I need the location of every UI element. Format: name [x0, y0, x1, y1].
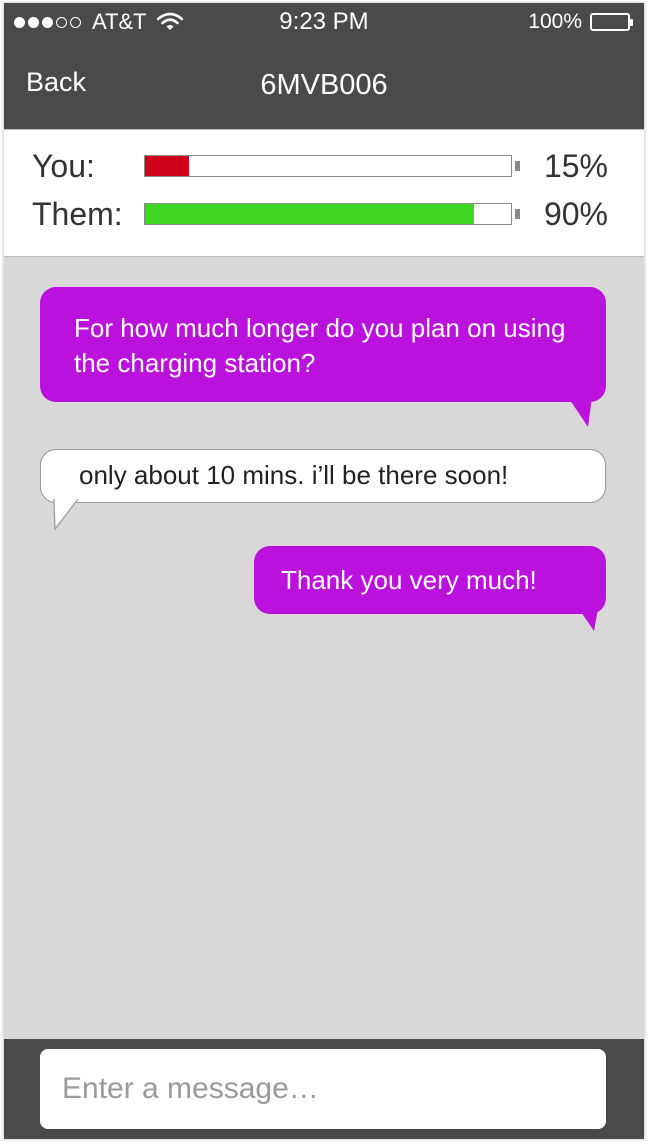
battery-nub-icon — [515, 209, 520, 219]
message-text: Thank you very much! — [281, 565, 537, 595]
charge-bar-you — [144, 155, 512, 177]
charge-bar-fill-you — [145, 156, 189, 176]
charge-panel: You: 15% Them: 90% — [4, 129, 644, 257]
message-input[interactable] — [40, 1049, 606, 1129]
message-bubble-outgoing: Thank you very much! — [254, 546, 606, 614]
charge-percent-them: 90% — [543, 196, 608, 232]
charge-bar-fill-them — [145, 204, 475, 224]
battery-percent: 100% — [528, 10, 582, 33]
composer-bar — [4, 1039, 644, 1139]
charge-label-you: You: — [32, 148, 95, 184]
phone-screen: AT&T 9:23 PM 100% Back 6MVB006 You: 15% … — [4, 3, 644, 1139]
page-title: 6MVB006 — [260, 69, 388, 101]
battery-icon — [590, 13, 633, 31]
bubble-tail-incoming — [53, 498, 79, 531]
status-right: 100% — [528, 9, 633, 35]
battery-nub-icon — [515, 161, 520, 171]
charge-row-them: Them: 90% — [4, 194, 644, 238]
charge-label-them: Them: — [32, 196, 123, 232]
charge-percent-you: 15% — [543, 148, 608, 184]
message-text: only about 10 mins. i’ll be there soon! — [79, 460, 509, 490]
message-text: For how much longer do you plan on using… — [74, 313, 566, 378]
bubble-tail-outgoing — [579, 609, 598, 631]
message-bubble-incoming: only about 10 mins. i’ll be there soon! — [40, 449, 606, 503]
charge-row-you: You: 15% — [4, 146, 644, 190]
top-bar: AT&T 9:23 PM 100% Back 6MVB006 — [4, 3, 644, 129]
bubble-tail-outgoing — [568, 397, 592, 427]
message-bubble-outgoing: For how much longer do you plan on using… — [40, 287, 606, 402]
charge-bar-them — [144, 203, 512, 225]
